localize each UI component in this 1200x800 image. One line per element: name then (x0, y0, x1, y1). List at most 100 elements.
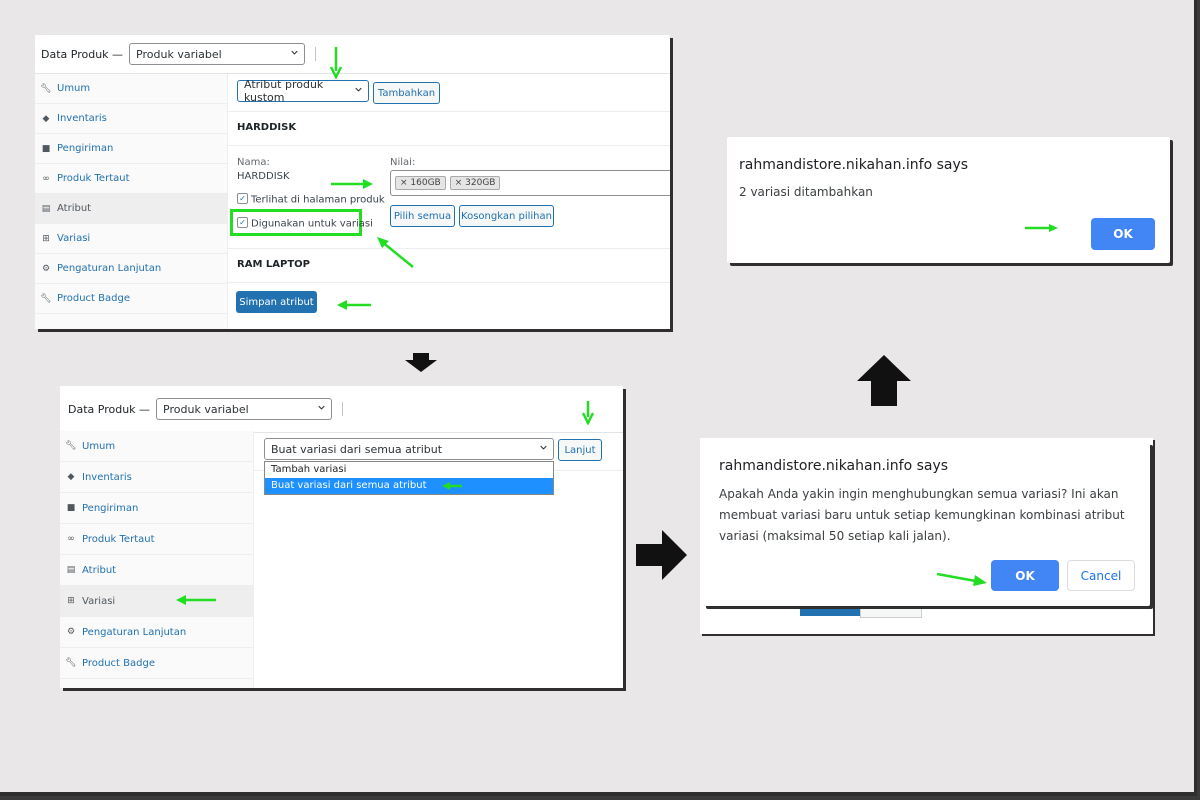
sidebar-item-variasi[interactable]: ⊞ Variasi (35, 224, 227, 254)
select-all-button[interactable]: Pilih semua (390, 205, 455, 227)
sidebar-item-pengaturan-lanjutan[interactable]: ⚙ Pengaturan Lanjutan (60, 617, 253, 648)
visible-checkbox-row[interactable]: ✓ Terlihat di halaman produk (237, 193, 385, 206)
tag-icon: ◆ (42, 113, 50, 124)
list-icon: ▤ (41, 203, 51, 214)
value-tag[interactable]: × 320GB (449, 176, 501, 190)
attribute-title-ram-laptop: RAM LAPTOP (237, 259, 310, 270)
sidebar-item-label: Produk Tertaut (82, 533, 155, 545)
result-dialog: rahmandistore.nikahan.info says 2 varias… (727, 137, 1170, 263)
gear-icon: ⚙ (66, 627, 76, 637)
sidebar-item-product-badge[interactable]: 🔧︎ Product Badge (60, 648, 253, 679)
variations-panel: Data Produk — Produk variabel 🔧︎ Umum ◆ In… (60, 386, 623, 688)
sidebar-item-pengiriman[interactable]: ■ Pengiriman (60, 493, 253, 524)
chevron-down-icon (540, 445, 547, 450)
values-label: Nilai: (390, 157, 416, 168)
wrench-icon: 🔧︎ (65, 658, 77, 668)
dialog-message-line: membuat variasi baru untuk setiap kemung… (719, 508, 1125, 522)
dropdown-option[interactable]: Tambah variasi (265, 462, 553, 478)
sidebar-item-label: Product Badge (82, 657, 155, 669)
sidebar-item-label: Produk Tertaut (57, 173, 130, 184)
sidebar-item-label: Pengiriman (82, 502, 139, 514)
ok-button[interactable]: OK (991, 560, 1059, 591)
divider (315, 47, 317, 61)
arrow-down-icon (405, 353, 437, 372)
divider (228, 111, 670, 112)
value-tag-label: 320GB (465, 178, 496, 188)
sidebar-item-label: Inventaris (82, 471, 132, 483)
arrow-right-icon (636, 530, 687, 580)
tag-icon: ◆ (67, 472, 75, 482)
sidebar-item-atribut[interactable]: ▤ Atribut (60, 555, 253, 586)
sidebar-item-inventaris[interactable]: ◆ Inventaris (60, 462, 253, 493)
arrow-right-icon (331, 179, 373, 189)
wrench-icon: 🔧︎ (40, 293, 52, 304)
attribute-title-harddisk: HARDDISK (237, 122, 297, 133)
sidebar-item-label: Umum (82, 440, 116, 452)
dialog-message-line: Apakah Anda yakin ingin menghubungkan se… (719, 487, 1119, 501)
product-type-select[interactable]: Produk variabel (156, 398, 333, 420)
checkbox-checked[interactable]: ✓ (237, 193, 248, 204)
chevron-down-icon (291, 50, 298, 55)
sidebar-item-produk-tertaut[interactable]: ∞ Produk Tertaut (60, 524, 253, 555)
sidebar-item-produk-tertaut[interactable]: ∞ Produk Tertaut (35, 164, 227, 194)
sidebar-item-label: Pengaturan Lanjutan (82, 626, 187, 638)
link-icon: ∞ (42, 173, 50, 184)
sidebar-item-pengiriman[interactable]: ■ Pengiriman (35, 134, 227, 164)
sidebar-item-product-badge[interactable]: 🔧︎ Product Badge (35, 284, 227, 314)
arrow-up-icon (857, 355, 911, 406)
variation-action-select[interactable]: Buat variasi dari semua atribut (264, 438, 554, 460)
name-value: HARDDISK (237, 171, 290, 182)
value-tag-label: 160GB (410, 178, 441, 188)
variation-action-value: Buat variasi dari semua atribut (271, 442, 443, 456)
sidebar-item-label: Pengiriman (57, 143, 114, 154)
sidebar-item-umum[interactable]: 🔧︎ Umum (60, 431, 253, 462)
divider (228, 248, 670, 249)
sidebar-item-label: Umum (57, 83, 91, 94)
product-type-select[interactable]: Produk variabel (129, 43, 306, 65)
sidebar-item-label: Product Badge (57, 293, 130, 304)
clear-selection-button[interactable]: Kosongkan pilihan (459, 205, 554, 227)
product-data-header: Data Produk — Produk variabel (60, 386, 623, 433)
sidebar-item-variasi[interactable]: ⊞ Variasi (60, 586, 253, 617)
variation-action-dropdown: Tambah variasi Buat variasi dari semua a… (264, 461, 554, 495)
arrow-diagonal-icon (377, 237, 414, 268)
checkbox-checked[interactable]: ✓ (237, 217, 248, 228)
wrench-icon: 🔧︎ (40, 83, 52, 94)
link-icon: ∞ (67, 534, 75, 544)
ok-button[interactable]: OK (1091, 218, 1155, 250)
sidebar-item-umum[interactable]: 🔧︎ Umum (35, 74, 227, 104)
dialog-message: 2 variasi ditambahkan (739, 185, 873, 199)
value-tag[interactable]: × 160GB (395, 176, 446, 190)
chevron-down-icon (318, 405, 325, 410)
grid-icon: ⊞ (67, 596, 75, 606)
sidebar-item-label: Atribut (82, 564, 117, 576)
attribute-select[interactable]: Atribut produk kustom (237, 78, 369, 104)
cancel-button[interactable]: Cancel (1067, 560, 1135, 591)
add-attribute-button[interactable]: Tambahkan (373, 82, 440, 104)
sidebar-item-pengaturan-lanjutan[interactable]: ⚙ Pengaturan Lanjutan (35, 254, 227, 284)
values-input[interactable]: × 160GB × 320GB (390, 170, 670, 196)
attributes-panel: Data Produk — Produk variabel 🔧︎ Umum ◆ In… (35, 35, 670, 329)
sidebar-item-atribut[interactable]: ▤ Atribut (35, 194, 227, 224)
product-data-label: Data Produk — (68, 402, 151, 416)
dialog-message-line: variasi (maksimal 50 setiap kali jalan). (719, 529, 951, 543)
divider (342, 402, 344, 416)
save-attributes-button[interactable]: Simpan atribut (236, 291, 317, 313)
dropdown-option-selected[interactable]: Buat variasi dari semua atribut (265, 478, 553, 494)
variation-checkbox-label: Digunakan untuk variasi (251, 218, 373, 230)
confirm-dialog: rahmandistore.nikahan.info says Apakah A… (703, 442, 1150, 606)
sidebar-item-label: Variasi (82, 595, 116, 607)
product-data-tabs: 🔧︎ Umum ◆ Inventaris ■ Pengiriman ∞ Produk T… (35, 74, 228, 329)
sidebar-item-inventaris[interactable]: ◆ Inventaris (35, 104, 227, 134)
go-button[interactable]: Lanjut (558, 439, 602, 461)
variation-checkbox-row[interactable]: ✓ Digunakan untuk variasi (237, 217, 373, 230)
sidebar-item-label: Pengaturan Lanjutan (57, 263, 162, 274)
dialog-title: rahmandistore.nikahan.info says (719, 458, 949, 474)
arrow-left-icon (442, 482, 462, 490)
list-icon: ▤ (66, 565, 76, 575)
arrow-down-icon (581, 401, 595, 425)
product-data-tabs: 🔧︎ Umum ◆ Inventaris ■ Pengiriman ∞ Produk T… (60, 431, 254, 688)
product-type-value: Produk variabel (136, 47, 222, 61)
divider (228, 282, 670, 283)
truck-icon: ■ (41, 143, 51, 154)
